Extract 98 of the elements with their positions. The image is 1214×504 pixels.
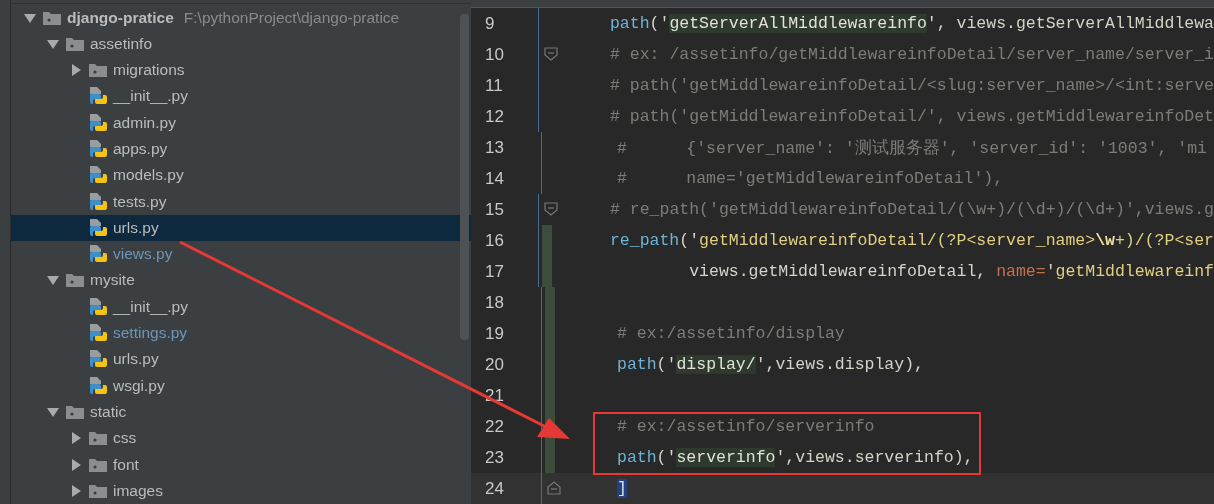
line-number: 19 <box>484 323 505 344</box>
python-file-icon <box>89 165 107 186</box>
code-line: # path('getMiddlewareinfoDetail/<slug:server_name>/<int:serve <box>609 76 1214 95</box>
python-file-icon <box>89 139 107 159</box>
file-name: tests.py <box>113 192 167 211</box>
code-line: # {'server_name': '测试服务器', 'server_id': '1003', 'mi <box>616 137 1207 159</box>
tree-row[interactable]: css <box>11 425 471 452</box>
code-line: # ex:/assetinfo/serverinfo <box>616 417 875 436</box>
tree-row[interactable]: wsgi.py <box>11 372 471 399</box>
project-path: F:\pythonProject\django-pratice <box>183 8 400 27</box>
line-number: 11 <box>484 75 504 96</box>
code-line: # path('getMiddlewareinfoDetail/', views.getMiddlewareinfoDet <box>609 107 1214 126</box>
expanded-arrow-icon[interactable] <box>24 12 36 23</box>
collapsed-arrow-icon[interactable] <box>71 64 81 77</box>
folder-icon <box>65 403 85 420</box>
folder-name: django-pratice <box>67 8 174 27</box>
tree-row[interactable]: __init__.py <box>11 293 471 320</box>
tree-row[interactable]: __init__.py <box>11 83 471 110</box>
tree-row[interactable]: urls.py <box>11 214 471 242</box>
folder-name: assetinfo <box>90 34 153 53</box>
line-number: 23 <box>484 447 505 468</box>
file-name: apps.py <box>113 140 168 158</box>
folder-icon <box>65 272 85 289</box>
line-number: 16 <box>484 230 505 251</box>
line-number: 20 <box>484 354 505 375</box>
file-name: admin.py <box>113 113 176 132</box>
line-number: 9 <box>484 13 496 34</box>
fold-icon[interactable] <box>543 202 558 216</box>
folder-name: images <box>113 481 163 500</box>
tree-row[interactable]: images <box>11 477 471 504</box>
code-line: path('display/',views.display), <box>616 355 924 374</box>
code-line: # ex: /assetinfo/getMiddlewareinfoDetail/server_name/server_i <box>609 45 1214 64</box>
file-name: models.py <box>113 166 184 185</box>
file-name: __init__.py <box>113 297 188 316</box>
folder-icon <box>65 35 85 52</box>
tree-row[interactable]: static <box>11 398 471 426</box>
python-file-icon <box>89 323 107 344</box>
python-file-icon <box>89 217 107 238</box>
python-file-icon <box>89 349 107 370</box>
python-file-icon <box>89 191 107 212</box>
folder-icon <box>88 482 108 499</box>
folder-name: static <box>90 402 127 421</box>
python-file-icon <box>89 244 107 265</box>
folder-name: mysite <box>90 271 135 290</box>
folder-name: migrations <box>113 61 185 80</box>
line-number: 10 <box>484 44 505 65</box>
scrollbar[interactable] <box>460 14 469 340</box>
file-name: views.py <box>113 245 173 264</box>
code-line: # re_path('getMiddlewareinfoDetail/(\w+)/(\d+)/(\d+)',views.g <box>609 200 1214 219</box>
file-name: settings.py <box>113 324 188 343</box>
file-name: urls.py <box>113 218 159 237</box>
expanded-arrow-icon[interactable] <box>47 38 59 49</box>
code-line: views.getMiddlewareinfoDetail, name='getMiddlewareinf <box>688 262 1214 281</box>
tree-row[interactable]: django-pratice F:\pythonProject\django-pratice <box>11 4 471 31</box>
file-name: wsgi.py <box>113 376 165 395</box>
line-number: 12 <box>484 106 505 127</box>
line-number: 15 <box>484 199 505 220</box>
tree-row[interactable]: font <box>11 451 471 478</box>
folder-name: font <box>113 455 139 474</box>
code-line: # name='getMiddlewareinfoDetail'), <box>616 169 1004 188</box>
expanded-arrow-icon[interactable] <box>47 275 59 286</box>
line-number: 24 <box>484 478 505 499</box>
tree-row[interactable]: tests.py <box>11 188 471 215</box>
tree-row[interactable]: mysite <box>11 267 471 294</box>
python-file-icon <box>89 112 107 133</box>
file-name: urls.py <box>113 350 159 369</box>
tree-row[interactable]: admin.py <box>11 109 471 136</box>
code-line: path('serverinfo',views.serverinfo), <box>616 448 974 467</box>
fold-icon[interactable] <box>543 47 558 61</box>
expanded-arrow-icon[interactable] <box>47 406 59 417</box>
tree-row[interactable]: views.py <box>11 241 471 268</box>
code-line: path('getServerAllMiddlewareinfo', views.getServerAllMiddlewa <box>608 14 1214 33</box>
collapsed-arrow-icon[interactable] <box>71 458 81 471</box>
fold-icon[interactable] <box>547 481 561 495</box>
folder-name: css <box>113 429 137 448</box>
code-line: re_path('getMiddlewareinfoDetail/(?P<server_name>\w+)/(?P<ser <box>608 231 1214 250</box>
code-line: # ex:/assetinfo/display <box>616 324 845 343</box>
folder-icon <box>88 456 108 473</box>
line-number: 17 <box>484 261 505 282</box>
tree-row[interactable]: settings.py <box>11 319 471 347</box>
python-file-icon <box>89 296 107 317</box>
collapsed-arrow-icon[interactable] <box>71 484 81 497</box>
folder-icon <box>88 430 108 447</box>
line-number: 18 <box>484 292 505 313</box>
python-file-icon <box>89 86 107 107</box>
tree-row[interactable]: apps.py <box>11 135 471 163</box>
file-name: __init__.py <box>113 87 188 106</box>
line-number: 14 <box>484 168 505 189</box>
tree-row[interactable]: assetinfo <box>11 30 471 57</box>
tree-row[interactable]: models.py <box>11 162 471 189</box>
line-number: 22 <box>484 416 505 437</box>
tree-row[interactable]: migrations <box>11 56 471 84</box>
python-file-icon <box>89 375 107 396</box>
line-number: 13 <box>484 137 505 158</box>
tree-row[interactable]: urls.py <box>11 346 471 373</box>
folder-icon <box>88 62 108 79</box>
collapsed-arrow-icon[interactable] <box>71 432 81 445</box>
folder-icon <box>42 9 62 26</box>
